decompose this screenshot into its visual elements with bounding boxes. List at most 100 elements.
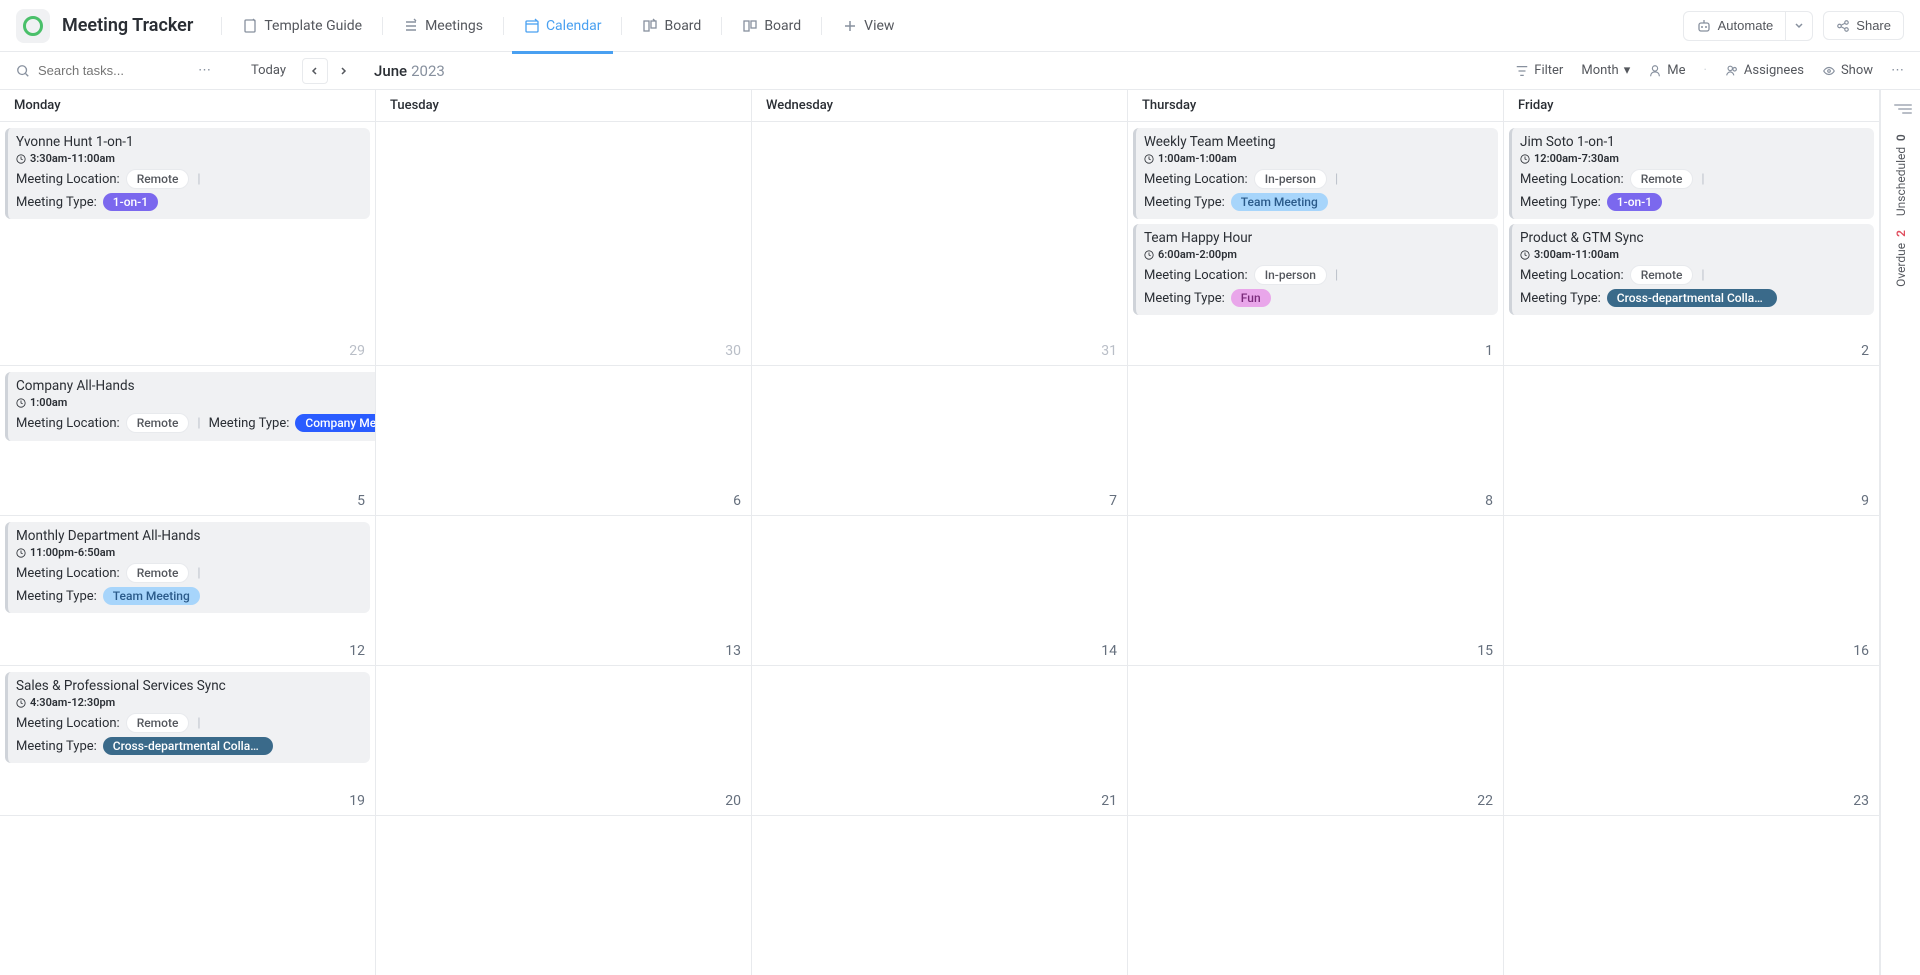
location-tag: Remote	[126, 563, 190, 583]
board-icon	[642, 18, 658, 34]
calendar-cell[interactable]: 21	[752, 665, 1128, 815]
calendar-cell[interactable]: 14	[752, 515, 1128, 665]
tab-board-2[interactable]: Board	[730, 12, 813, 40]
search-input[interactable]	[38, 63, 188, 78]
clock-icon	[16, 548, 26, 558]
more-icon[interactable]: ⋯	[198, 63, 211, 78]
tab-board-1[interactable]: Board	[630, 12, 713, 40]
tab-template-guide[interactable]: Template Guide	[230, 12, 374, 40]
next-month-button[interactable]	[330, 58, 356, 84]
clock-icon	[1144, 250, 1154, 260]
calendar-cell[interactable]: 23	[1504, 665, 1880, 815]
view-mode-select[interactable]: Month ▾	[1581, 63, 1630, 78]
day-number: 5	[357, 493, 365, 509]
calendar-cell[interactable]: Jim Soto 1-on-1 12:00am-7:30am Meeting L…	[1504, 121, 1880, 365]
assignees-filter[interactable]: Assignees	[1725, 63, 1804, 78]
type-label: Meeting Type:	[1520, 291, 1601, 306]
calendar-cell[interactable]	[752, 815, 1128, 975]
users-icon	[1725, 64, 1739, 78]
more-options-icon[interactable]: ⋯	[1891, 63, 1904, 78]
calendar-event[interactable]: Team Happy Hour 6:00am-2:00pm Meeting Lo…	[1133, 224, 1498, 315]
calendar-cell[interactable]: Weekly Team Meeting 1:00am-1:00am Meetin…	[1128, 121, 1504, 365]
calendar-cell[interactable]: Sales & Professional Services Sync 4:30a…	[0, 665, 376, 815]
calendar-event[interactable]: Weekly Team Meeting 1:00am-1:00am Meetin…	[1133, 128, 1498, 219]
add-view-button[interactable]: View	[830, 12, 906, 40]
calendar-cell[interactable]: 9	[1504, 365, 1880, 515]
event-title: Yvonne Hunt 1-on-1	[16, 134, 362, 150]
day-number: 7	[1109, 493, 1117, 509]
day-number: 1	[1485, 343, 1493, 359]
location-label: Meeting Location:	[1520, 172, 1624, 187]
location-label: Meeting Location:	[16, 716, 120, 731]
event-time: 4:30am-12:30pm	[16, 696, 362, 709]
tab-calendar[interactable]: Calendar	[512, 12, 614, 40]
calendar-cell[interactable]: 15	[1128, 515, 1504, 665]
calendar-event[interactable]: Sales & Professional Services Sync 4:30a…	[5, 672, 370, 763]
calendar-cell[interactable]: 31	[752, 121, 1128, 365]
calendar-cell[interactable]: 6	[376, 365, 752, 515]
location-label: Meeting Location:	[16, 416, 120, 431]
sidebar-toggle-icon[interactable]	[1890, 104, 1912, 120]
calendar-event[interactable]: Monthly Department All-Hands 11:00pm-6:5…	[5, 522, 370, 613]
day-header: Tuesday	[376, 90, 752, 121]
event-time: 11:00pm-6:50am	[16, 546, 362, 559]
event-time: 6:00am-2:00pm	[1144, 248, 1490, 261]
meeting-type-tag: Cross-departmental Collab…	[103, 737, 273, 755]
filter-button[interactable]: Filter	[1515, 63, 1563, 78]
prev-month-button[interactable]	[302, 58, 328, 84]
show-button[interactable]: Show	[1822, 63, 1873, 78]
calendar-event[interactable]: Company All-Hands 1:00am Meeting Locatio…	[5, 372, 376, 441]
calendar-cell[interactable]	[1504, 815, 1880, 975]
automate-button[interactable]: Automate	[1683, 11, 1787, 41]
calendar-cell[interactable]: 8	[1128, 365, 1504, 515]
calendar-icon	[524, 18, 540, 34]
tab-meetings[interactable]: Meetings	[391, 12, 495, 40]
location-label: Meeting Location:	[16, 172, 120, 187]
day-number: 30	[725, 343, 741, 359]
location-label: Meeting Location:	[1520, 268, 1624, 283]
chevron-down-icon	[1794, 21, 1804, 31]
calendar-event[interactable]: Yvonne Hunt 1-on-1 3:30am-11:00am Meetin…	[5, 128, 370, 219]
calendar-cell[interactable]	[376, 815, 752, 975]
calendar-cell[interactable]: Yvonne Hunt 1-on-1 3:30am-11:00am Meetin…	[0, 121, 376, 365]
day-number: 29	[349, 343, 365, 359]
tab-label: View	[864, 18, 894, 34]
calendar-cell[interactable]: Company All-Hands 1:00am Meeting Locatio…	[0, 365, 376, 515]
day-number: 16	[1853, 643, 1869, 659]
calendar-cell[interactable]: 20	[376, 665, 752, 815]
calendar-cell[interactable]: 30	[376, 121, 752, 365]
calendar-cell[interactable]	[0, 815, 376, 975]
event-time: 3:30am-11:00am	[16, 152, 362, 165]
share-button[interactable]: Share	[1823, 11, 1904, 40]
calendar-event[interactable]: Product & GTM Sync 3:00am-11:00am Meetin…	[1509, 224, 1874, 315]
calendar-cell[interactable]: 7	[752, 365, 1128, 515]
caret-down-icon: ▾	[1624, 63, 1631, 78]
calendar-cell[interactable]: 22	[1128, 665, 1504, 815]
tab-label: Board	[664, 18, 701, 34]
location-tag: Remote	[126, 713, 190, 733]
location-tag: Remote	[1630, 265, 1694, 285]
tab-label: Meetings	[425, 18, 483, 34]
calendar-cell[interactable]: Monthly Department All-Hands 11:00pm-6:5…	[0, 515, 376, 665]
meeting-type-tag: Cross-departmental Collab…	[1607, 289, 1777, 307]
overdue-section[interactable]: Overdue 2	[1894, 230, 1908, 287]
unscheduled-section[interactable]: Unscheduled 0	[1894, 134, 1908, 216]
today-button[interactable]: Today	[251, 63, 286, 78]
type-label: Meeting Type:	[16, 195, 97, 210]
calendar-cell[interactable]: 16	[1504, 515, 1880, 665]
calendar-cell[interactable]	[1128, 815, 1504, 975]
location-tag: Remote	[126, 413, 190, 433]
day-header: Monday	[0, 90, 376, 121]
location-label: Meeting Location:	[1144, 172, 1248, 187]
calendar: MondayTuesdayWednesdayThursdayFriday Yvo…	[0, 90, 1880, 975]
me-filter[interactable]: Me	[1648, 63, 1685, 78]
event-title: Monthly Department All-Hands	[16, 528, 362, 544]
calendar-event[interactable]: Jim Soto 1-on-1 12:00am-7:30am Meeting L…	[1509, 128, 1874, 219]
event-title: Company All-Hands	[16, 378, 376, 394]
automate-dropdown[interactable]	[1786, 11, 1813, 41]
day-number: 15	[1477, 643, 1493, 659]
type-label: Meeting Type:	[1144, 291, 1225, 306]
event-title: Sales & Professional Services Sync	[16, 678, 362, 694]
calendar-cell[interactable]: 13	[376, 515, 752, 665]
type-label: Meeting Type:	[16, 739, 97, 754]
